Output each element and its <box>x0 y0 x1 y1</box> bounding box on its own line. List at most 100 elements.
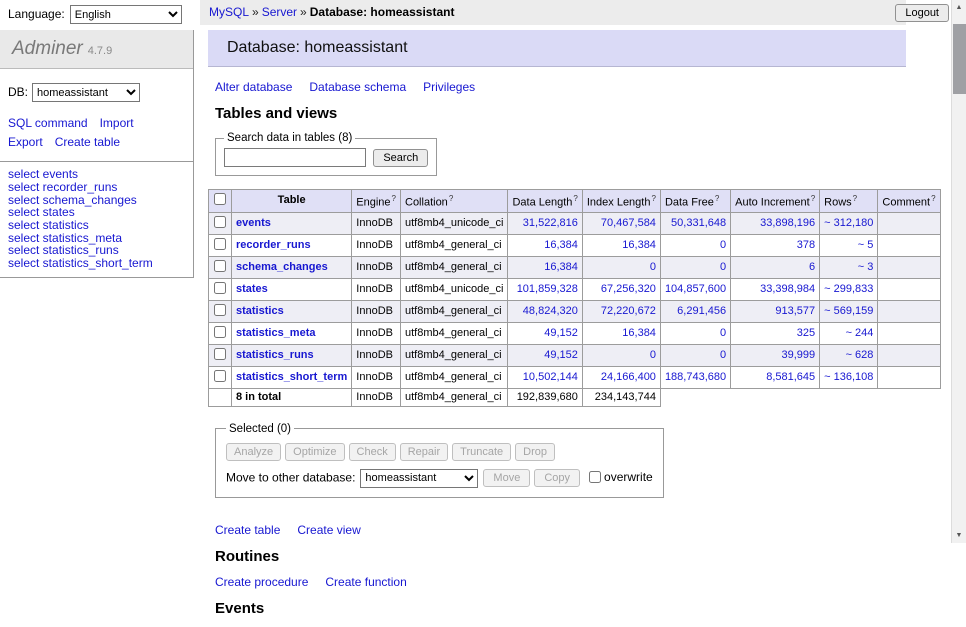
search-button[interactable]: Search <box>373 149 428 167</box>
bulk-check-button[interactable]: Check <box>349 443 396 461</box>
value-link[interactable]: 50,331,648 <box>671 217 726 229</box>
value-link[interactable]: 31,522,816 <box>523 217 578 229</box>
value-link[interactable]: 49,152 <box>544 327 578 339</box>
value-link[interactable]: 33,398,984 <box>760 283 815 295</box>
value-link[interactable]: 70,467,584 <box>601 217 656 229</box>
db-action-link-privileges[interactable]: Privileges <box>423 80 475 94</box>
value-link[interactable]: 16,384 <box>622 239 656 251</box>
adminer-version[interactable]: 4.7.9 <box>88 45 112 57</box>
link-create-table[interactable]: Create table <box>215 523 280 537</box>
value-link[interactable]: 0 <box>720 327 726 339</box>
value-link[interactable]: ~ 312,180 <box>824 217 873 229</box>
value-link[interactable]: 72,220,672 <box>601 305 656 317</box>
value-link[interactable]: 325 <box>797 327 815 339</box>
db-action-link-alter-database[interactable]: Alter database <box>215 80 292 94</box>
row-checkbox[interactable] <box>214 326 226 338</box>
value-link[interactable]: ~ 136,108 <box>824 371 873 383</box>
sidebar-link-sql-command[interactable]: SQL command <box>8 114 88 133</box>
sidebar-link-select-statistics-short-term[interactable]: select statistics_short_term <box>8 257 185 270</box>
value-link[interactable]: 104,857,600 <box>665 283 726 295</box>
help-icon[interactable]: ? <box>931 194 935 203</box>
search-input[interactable] <box>224 148 366 167</box>
sidebar-link-select-events[interactable]: select events <box>8 168 185 181</box>
row-checkbox[interactable] <box>214 260 226 272</box>
bulk-drop-button[interactable]: Drop <box>515 443 555 461</box>
value-link[interactable]: 6,291,456 <box>677 305 726 317</box>
help-icon[interactable]: ? <box>392 194 396 203</box>
value-link[interactable]: ~ 244 <box>846 327 874 339</box>
move-db-select[interactable]: homeassistant <box>360 469 478 488</box>
value-link[interactable]: 0 <box>650 349 656 361</box>
sidebar-link-select-statistics[interactable]: select statistics <box>8 219 185 232</box>
table-name-link[interactable]: states <box>236 283 268 295</box>
value-link[interactable]: ~ 628 <box>846 349 874 361</box>
value-link[interactable]: 188,743,680 <box>665 371 726 383</box>
value-link[interactable]: 378 <box>797 239 815 251</box>
value-link[interactable]: 49,152 <box>544 349 578 361</box>
row-checkbox[interactable] <box>214 304 226 316</box>
table-name-link[interactable]: statistics <box>236 305 284 317</box>
value-link[interactable]: 10,502,144 <box>523 371 578 383</box>
scroll-down-icon[interactable]: ▼ <box>952 528 966 543</box>
table-name-link[interactable]: statistics_meta <box>236 327 316 339</box>
value-link[interactable]: 16,384 <box>544 261 578 273</box>
value-link[interactable]: 39,999 <box>782 349 816 361</box>
table-name-link[interactable]: schema_changes <box>236 261 328 273</box>
row-checkbox[interactable] <box>214 282 226 294</box>
breadcrumb-link-mysql[interactable]: MySQL <box>209 5 249 19</box>
scroll-up-icon[interactable]: ▲ <box>952 0 966 15</box>
link-create-function[interactable]: Create function <box>325 575 406 589</box>
db-select[interactable]: homeassistant <box>32 83 140 102</box>
value-link[interactable]: 67,256,320 <box>601 283 656 295</box>
bulk-repair-button[interactable]: Repair <box>400 443 448 461</box>
value-link[interactable]: 16,384 <box>544 239 578 251</box>
language-select[interactable]: English <box>70 5 182 24</box>
help-icon[interactable]: ? <box>449 194 453 203</box>
value-link[interactable]: 0 <box>720 239 726 251</box>
select-all-checkbox[interactable] <box>214 193 226 205</box>
value-link[interactable]: ~ 569,159 <box>824 305 873 317</box>
value-link[interactable]: 0 <box>720 349 726 361</box>
scrollbar[interactable]: ▲ ▼ <box>951 0 966 543</box>
bulk-optimize-button[interactable]: Optimize <box>285 443 344 461</box>
sidebar-link-select-recorder-runs[interactable]: select recorder_runs <box>8 181 185 194</box>
help-icon[interactable]: ? <box>573 194 577 203</box>
table-name-link[interactable]: statistics_short_term <box>236 371 347 383</box>
row-checkbox[interactable] <box>214 370 226 382</box>
sidebar-link-import[interactable]: Import <box>100 114 134 133</box>
help-icon[interactable]: ? <box>811 194 815 203</box>
logout-button[interactable]: Logout <box>895 4 949 22</box>
help-icon[interactable]: ? <box>853 194 857 203</box>
table-name-link[interactable]: statistics_runs <box>236 349 314 361</box>
overwrite-checkbox[interactable] <box>589 471 601 483</box>
help-icon[interactable]: ? <box>651 194 655 203</box>
value-link[interactable]: ~ 5 <box>858 239 874 251</box>
link-create-procedure[interactable]: Create procedure <box>215 575 308 589</box>
value-link[interactable]: 33,898,196 <box>760 217 815 229</box>
row-checkbox[interactable] <box>214 348 226 360</box>
table-name-link[interactable]: events <box>236 217 271 229</box>
row-checkbox[interactable] <box>214 216 226 228</box>
scrollbar-thumb[interactable] <box>953 24 966 94</box>
value-link[interactable]: 6 <box>809 261 815 273</box>
bulk-truncate-button[interactable]: Truncate <box>452 443 511 461</box>
row-checkbox[interactable] <box>214 238 226 250</box>
value-link[interactable]: ~ 299,833 <box>824 283 873 295</box>
table-name-link[interactable]: recorder_runs <box>236 239 311 251</box>
value-link[interactable]: 48,824,320 <box>523 305 578 317</box>
sidebar-link-create-table[interactable]: Create table <box>55 133 120 152</box>
help-icon[interactable]: ? <box>715 194 719 203</box>
value-link[interactable]: 0 <box>650 261 656 273</box>
move-button[interactable]: Move <box>483 469 530 487</box>
value-link[interactable]: 101,859,328 <box>517 283 578 295</box>
value-link[interactable]: 16,384 <box>622 327 656 339</box>
link-create-view[interactable]: Create view <box>297 523 360 537</box>
copy-button[interactable]: Copy <box>534 469 580 487</box>
sidebar-link-export[interactable]: Export <box>8 133 43 152</box>
value-link[interactable]: ~ 3 <box>858 261 874 273</box>
value-link[interactable]: 0 <box>720 261 726 273</box>
value-link[interactable]: 24,166,400 <box>601 371 656 383</box>
value-link[interactable]: 913,577 <box>775 305 815 317</box>
bulk-analyze-button[interactable]: Analyze <box>226 443 281 461</box>
value-link[interactable]: 8,581,645 <box>766 371 815 383</box>
